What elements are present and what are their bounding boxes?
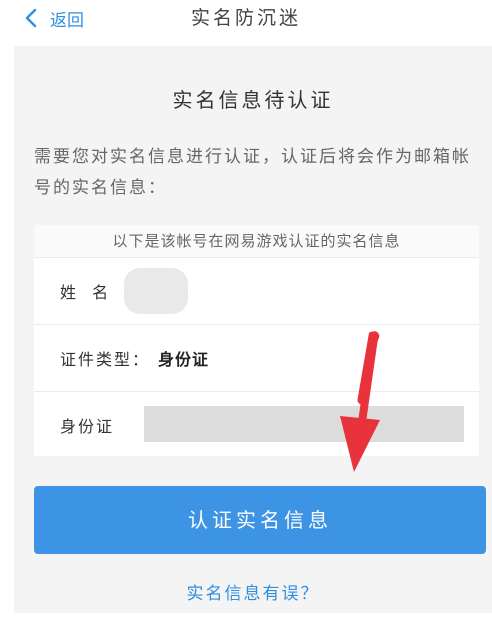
info-row-value: 身份证	[158, 350, 210, 369]
info-row-label: 姓 名	[60, 283, 111, 302]
redacted-name	[124, 268, 188, 314]
page-title: 实名防沉迷	[190, 7, 301, 29]
page: 返回 实名防沉迷 实名信息待认证 需要您对实名信息进行认证，认证后将会作为邮箱帐…	[0, 0, 492, 623]
section-title: 实名信息待认证	[172, 88, 334, 112]
top-bar: 返回 实名防沉迷	[0, 0, 492, 40]
info-card: 以下是该帐号在网易游戏认证的实名信息 姓 名 证件类型： 身份证 身份证	[34, 225, 479, 456]
redacted-id-number	[144, 406, 464, 442]
info-row-id-type: 证件类型： 身份证	[34, 324, 479, 391]
info-row-name: 姓 名	[34, 257, 479, 324]
info-row-label: 身份证	[60, 417, 115, 436]
info-error-link[interactable]: 实名信息有误？	[14, 579, 492, 604]
red-arrow-annotation-icon	[340, 331, 380, 472]
info-row-label: 证件类型：	[60, 350, 151, 369]
info-card-header: 以下是该帐号在网易游戏认证的实名信息	[34, 225, 479, 257]
verify-real-name-button[interactable]: 认证实名信息	[34, 486, 486, 554]
info-row-id-number: 身份证	[34, 391, 479, 458]
description-text: 需要您对实名信息进行认证，认证后将会作为邮箱帐号的实名信息：	[34, 147, 471, 198]
main-panel: 实名信息待认证 需要您对实名信息进行认证，认证后将会作为邮箱帐号的实名信息： 以…	[14, 46, 492, 613]
